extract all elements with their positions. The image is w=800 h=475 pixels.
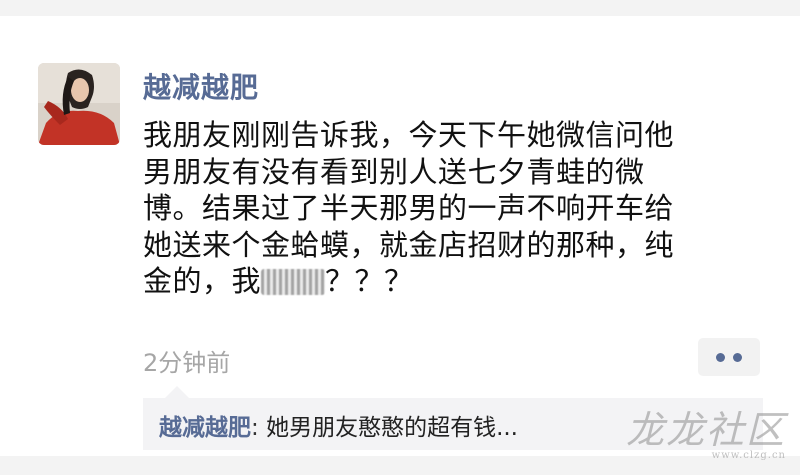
post-line: 她送来个金蛤蟆，就金店招财的那种，纯 bbox=[143, 227, 675, 262]
post-line-last-end: ？？？ bbox=[325, 264, 414, 298]
two-dots-icon bbox=[733, 352, 742, 362]
avatar-image bbox=[38, 63, 120, 145]
post-line: 男朋友有没有看到别人送七夕青蛙的微 bbox=[143, 154, 645, 189]
post-timestamp: 2分钟前 bbox=[143, 349, 231, 377]
avatar[interactable] bbox=[38, 63, 120, 145]
post-line: 博。结果过了半天那男的一声不响开车给 bbox=[143, 191, 675, 225]
moment-card: 越减越肥 我朋友刚刚告诉我，今天下午她微信问他 男朋友有没有看到别人送七夕青蛙的… bbox=[0, 16, 800, 456]
blurred-text bbox=[261, 269, 326, 295]
post-line-last-start: 金的，我 bbox=[143, 264, 262, 298]
watermark-text: 龙龙社区 bbox=[625, 408, 786, 452]
more-actions-button[interactable] bbox=[698, 338, 760, 376]
comment-text: 她男朋友憨憨的超有钱... bbox=[266, 415, 518, 441]
watermark-logo: 龙龙社区 www.clzg.cn bbox=[626, 410, 786, 461]
comment-author[interactable]: 越减越肥 bbox=[159, 415, 251, 441]
post-line: 我朋友刚刚告诉我，今天下午她微信问他 bbox=[143, 118, 675, 152]
post-body: 我朋友刚刚告诉我，今天下午她微信问他 男朋友有没有看到别人送七夕青蛙的微 博。结… bbox=[143, 117, 755, 300]
comment-separator: : bbox=[251, 415, 267, 441]
post-author[interactable]: 越减越肥 bbox=[143, 66, 259, 106]
two-dots-icon bbox=[716, 352, 725, 362]
comment-item[interactable]: 越减越肥: 她男朋友憨憨的超有钱... bbox=[159, 408, 518, 442]
post-line-last: 金的，我 ？？？ bbox=[143, 263, 755, 300]
